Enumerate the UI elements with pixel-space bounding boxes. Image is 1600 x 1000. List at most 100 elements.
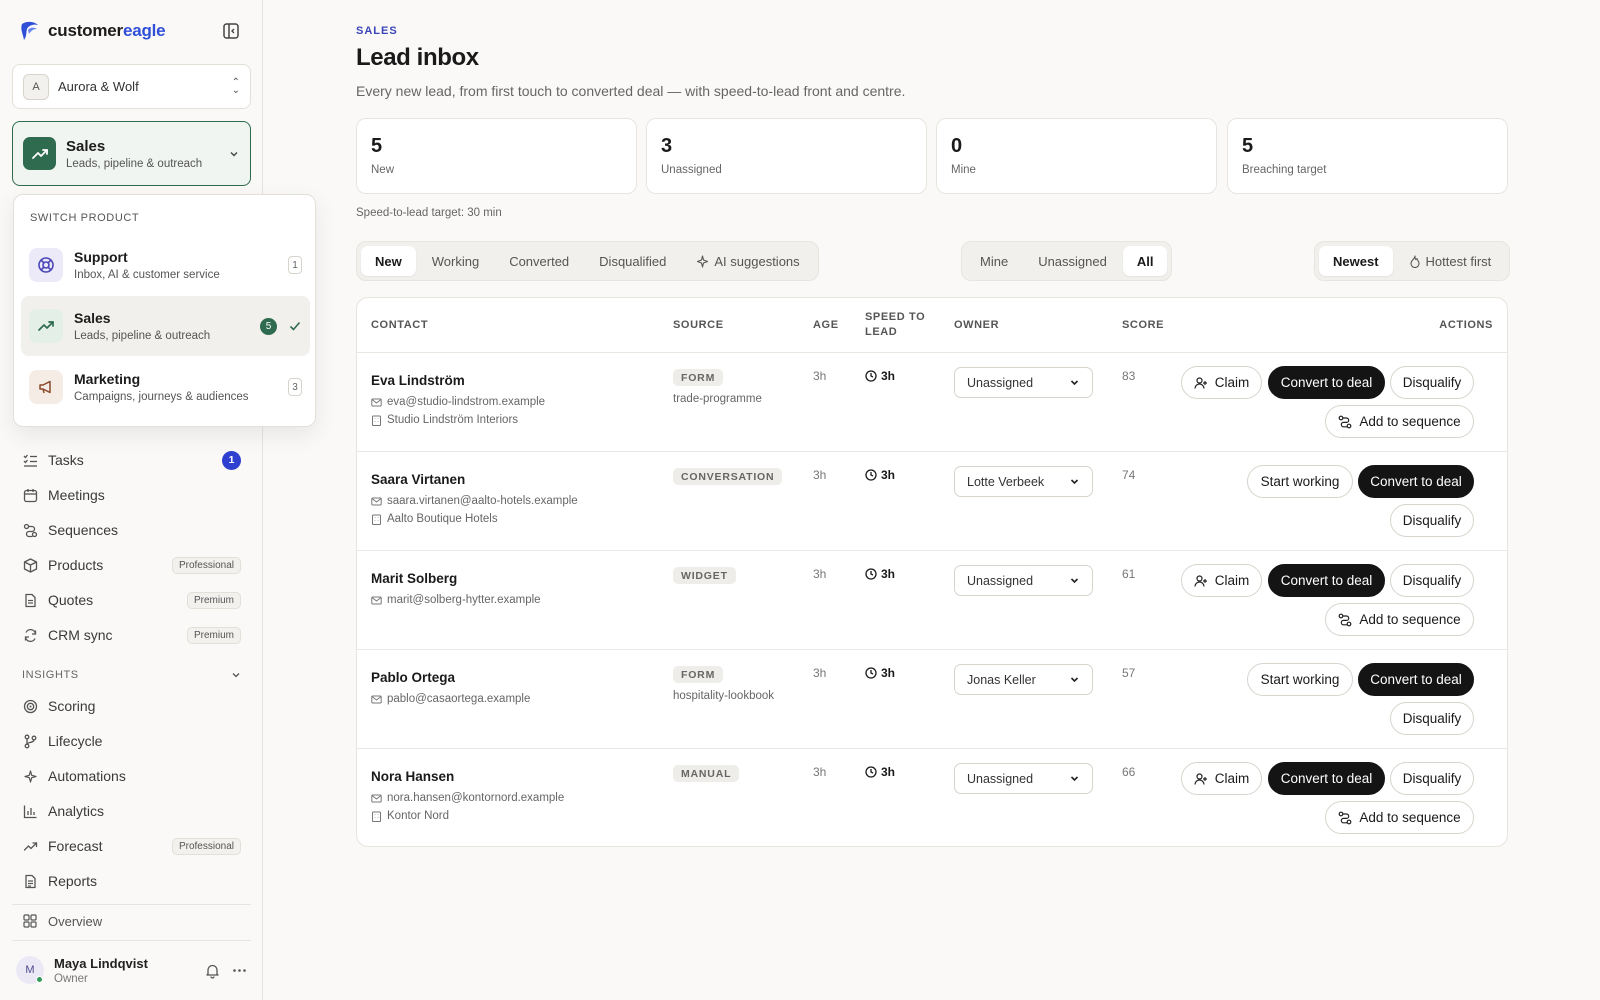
tab-converted[interactable]: Converted bbox=[495, 246, 583, 276]
tab-ai-suggestions[interactable]: AI suggestions bbox=[682, 246, 813, 276]
tab-new[interactable]: New bbox=[361, 246, 416, 276]
tier-badge: Professional bbox=[171, 837, 241, 855]
convert-to-deal-button[interactable]: Convert to deal bbox=[1268, 366, 1385, 399]
disqualify-button[interactable]: Disqualify bbox=[1390, 762, 1474, 795]
nav-lifecycle-label: Lifecycle bbox=[48, 733, 103, 749]
convert-to-deal-button[interactable]: Convert to deal bbox=[1358, 465, 1474, 498]
table-row: Eva Lindström eva@studio-lindstrom.examp… bbox=[357, 353, 1507, 452]
collapse-sidebar-icon[interactable] bbox=[222, 22, 240, 40]
stat-card-new[interactable]: 5 New bbox=[356, 118, 637, 194]
add-to-sequence-button[interactable]: Add to sequence bbox=[1325, 603, 1474, 636]
trend-up-icon bbox=[23, 137, 56, 170]
brand[interactable]: customereagle bbox=[20, 20, 166, 42]
nav-scoring[interactable]: Scoring bbox=[12, 691, 251, 721]
product-option-title: Support bbox=[74, 249, 128, 265]
source-detail: trade-programme bbox=[673, 393, 762, 405]
nav-forecast-label: Forecast bbox=[48, 838, 103, 854]
convert-to-deal-button[interactable]: Convert to deal bbox=[1268, 564, 1385, 597]
nav-crm-sync[interactable]: CRM sync Premium bbox=[12, 620, 251, 650]
contact-email: saara.virtanen@aalto-hotels.example bbox=[371, 495, 578, 507]
user-plus-icon bbox=[1194, 574, 1207, 587]
disqualify-button[interactable]: Disqualify bbox=[1390, 366, 1474, 399]
disqualify-button[interactable]: Disqualify bbox=[1390, 504, 1474, 537]
start-working-button[interactable]: Start working bbox=[1247, 465, 1353, 498]
nav-tasks[interactable]: Tasks 1 bbox=[12, 445, 251, 475]
sort-hottest[interactable]: Hottest first bbox=[1395, 246, 1506, 276]
chevron-down-icon bbox=[1070, 677, 1079, 683]
chevron-down-icon bbox=[230, 151, 238, 156]
disqualify-button[interactable]: Disqualify bbox=[1390, 702, 1474, 735]
contact-name[interactable]: Nora Hansen bbox=[371, 769, 454, 784]
source-badge: MANUAL bbox=[673, 765, 740, 782]
contact-email: marit@solberg-hytter.example bbox=[371, 594, 541, 606]
contact-name[interactable]: Pablo Ortega bbox=[371, 670, 455, 685]
nav-products[interactable]: Products Professional bbox=[12, 550, 251, 580]
bell-icon[interactable] bbox=[204, 962, 221, 979]
stat-card-breaching[interactable]: 5 Breaching target bbox=[1227, 118, 1508, 194]
nav-tasks-label: Tasks bbox=[48, 452, 84, 468]
product-option-sales[interactable]: Sales Leads, pipeline & outreach 5 bbox=[21, 296, 310, 356]
convert-to-deal-button[interactable]: Convert to deal bbox=[1358, 663, 1474, 696]
sync-icon bbox=[22, 627, 38, 643]
contact-name[interactable]: Saara Virtanen bbox=[371, 472, 465, 487]
stat-card-unassigned[interactable]: 3 Unassigned bbox=[646, 118, 927, 194]
owner-select[interactable]: Jonas Keller bbox=[954, 664, 1093, 695]
route-icon bbox=[1338, 613, 1352, 626]
tab-working[interactable]: Working bbox=[418, 246, 493, 276]
add-to-sequence-button[interactable]: Add to sequence bbox=[1325, 801, 1474, 834]
claim-button[interactable]: Claim bbox=[1181, 564, 1262, 597]
product-option-count: 5 bbox=[260, 317, 277, 335]
nav-lifecycle[interactable]: Lifecycle bbox=[12, 726, 251, 756]
chevron-down-icon bbox=[1070, 380, 1079, 386]
stat-card-mine[interactable]: 0 Mine bbox=[936, 118, 1217, 194]
contact-name[interactable]: Eva Lindström bbox=[371, 373, 465, 388]
lead-score: 61 bbox=[1122, 567, 1136, 581]
stat-label: Unassigned bbox=[661, 164, 722, 176]
stat-value: 5 bbox=[371, 135, 383, 157]
route-icon bbox=[22, 522, 38, 538]
chevron-down-icon bbox=[232, 673, 240, 678]
owner-select[interactable]: Unassigned bbox=[954, 763, 1093, 794]
column-header-score: SCORE bbox=[1122, 318, 1165, 331]
owner-select[interactable]: Unassigned bbox=[954, 565, 1093, 596]
nav-automations[interactable]: Automations bbox=[12, 761, 251, 791]
sort-newest[interactable]: Newest bbox=[1319, 246, 1393, 276]
owner-select[interactable]: Lotte Verbeek bbox=[954, 466, 1093, 497]
nav-sequences[interactable]: Sequences bbox=[12, 515, 251, 545]
nav-reports[interactable]: Reports bbox=[12, 866, 251, 896]
route-icon bbox=[1338, 415, 1352, 428]
disqualify-button[interactable]: Disqualify bbox=[1390, 564, 1474, 597]
clock-icon bbox=[865, 469, 877, 481]
nav-overview[interactable]: Overview bbox=[12, 906, 251, 936]
insights-section-toggle[interactable]: INSIGHTS bbox=[22, 669, 242, 681]
owner-filter-mine[interactable]: Mine bbox=[966, 246, 1022, 276]
start-working-button[interactable]: Start working bbox=[1247, 663, 1353, 696]
nav-quotes[interactable]: Quotes Premium bbox=[12, 585, 251, 615]
claim-button[interactable]: Claim bbox=[1181, 366, 1262, 399]
nav-reports-label: Reports bbox=[48, 873, 98, 889]
convert-to-deal-button[interactable]: Convert to deal bbox=[1268, 762, 1385, 795]
nav-forecast[interactable]: Forecast Professional bbox=[12, 831, 251, 861]
clock-icon bbox=[865, 667, 877, 679]
stat-value: 0 bbox=[951, 135, 963, 157]
list-check-icon bbox=[22, 452, 38, 468]
owner-filter-all[interactable]: All bbox=[1122, 246, 1168, 276]
tab-disqualified[interactable]: Disqualified bbox=[585, 246, 680, 276]
nav-analytics[interactable]: Analytics bbox=[12, 796, 251, 826]
product-option-support[interactable]: Support Inbox, AI & customer service 1 bbox=[21, 235, 310, 295]
speed-to-lead: 3h bbox=[865, 567, 895, 581]
workspace-switcher[interactable]: A Aurora & Wolf ⌃ ⌄ bbox=[12, 64, 251, 109]
owner-filter-unassigned[interactable]: Unassigned bbox=[1024, 246, 1121, 276]
user-profile[interactable]: M Maya Lindqvist Owner bbox=[16, 952, 248, 988]
contact-name[interactable]: Marit Solberg bbox=[371, 571, 457, 586]
claim-button[interactable]: Claim bbox=[1181, 762, 1262, 795]
product-option-marketing[interactable]: Marketing Campaigns, journeys & audience… bbox=[21, 357, 310, 417]
bar-chart-icon bbox=[22, 803, 38, 819]
nav-meetings[interactable]: Meetings bbox=[12, 480, 251, 510]
owner-select[interactable]: Unassigned bbox=[954, 367, 1093, 398]
table-row: Nora Hansen nora.hansen@kontornord.examp… bbox=[357, 749, 1507, 846]
product-switcher[interactable]: Sales Leads, pipeline & outreach bbox=[12, 121, 251, 186]
more-icon[interactable] bbox=[231, 962, 248, 979]
add-to-sequence-button[interactable]: Add to sequence bbox=[1325, 405, 1474, 438]
sidebar-divider bbox=[12, 940, 251, 941]
